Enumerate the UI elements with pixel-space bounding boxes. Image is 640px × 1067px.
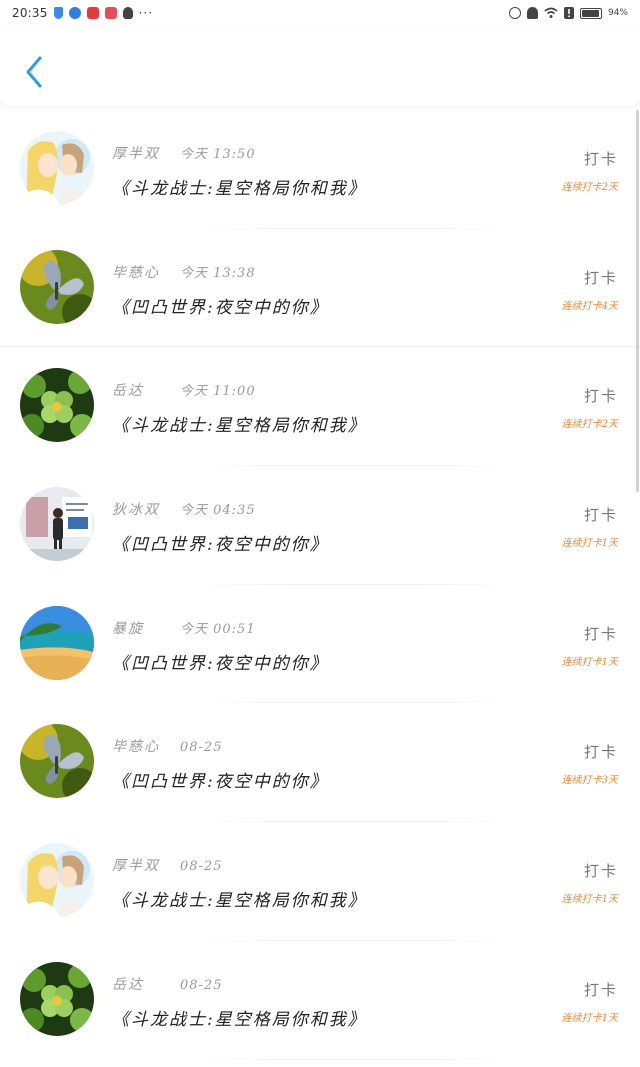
- row-meta: 毕慈心 08-25: [112, 736, 222, 756]
- username[interactable]: 厚半双: [112, 143, 164, 163]
- list-item[interactable]: 狄冰双 今天 04:35 《凹凸世界:夜空中的你》 打卡 连续打卡1天: [0, 466, 640, 585]
- checkin-button[interactable]: 打卡: [584, 623, 618, 644]
- app-notification-icon: [86, 7, 99, 19]
- battery-percent: 94%: [607, 8, 628, 18]
- work-title[interactable]: 《凹凸世界:夜空中的你》: [112, 530, 329, 555]
- work-title[interactable]: 《凹凸世界:夜空中的你》: [112, 767, 329, 792]
- back-button[interactable]: [18, 52, 54, 92]
- mail-notification-icon: [104, 7, 117, 19]
- row-meta: 毕慈心 今天 13:38: [112, 262, 256, 282]
- more-notifications-icon: ···: [138, 6, 154, 20]
- row-divider: [200, 1058, 510, 1060]
- timestamp: 今天 04:35: [180, 503, 256, 519]
- list-item[interactable]: 厚半双 08-25 《斗龙战士:星空格局你和我》 打卡 连续打卡1天: [0, 822, 640, 941]
- avatar-clover[interactable]: [20, 368, 94, 443]
- work-title[interactable]: 《斗龙战士:星空格局你和我》: [112, 886, 367, 911]
- work-title[interactable]: 《凹凸世界:夜空中的你》: [112, 649, 329, 674]
- username[interactable]: 毕慈心: [112, 736, 164, 756]
- username[interactable]: 暴旋: [112, 618, 164, 638]
- avatar-beach[interactable]: [20, 605, 94, 680]
- row-meta: 厚半双 08-25: [112, 855, 222, 875]
- work-title[interactable]: 《凹凸世界:夜空中的你》: [112, 293, 329, 318]
- checkin-button[interactable]: 打卡: [584, 267, 618, 288]
- list-item[interactable]: 厚半双 今天 13:50 《斗龙战士:星空格局你和我》 打卡 连续打卡2天: [0, 110, 640, 229]
- streak-badge: 连续打卡2天: [561, 419, 618, 431]
- header: [0, 26, 640, 106]
- row-meta: 岳达 08-25: [112, 974, 222, 994]
- list-item[interactable]: 暴旋 今天 00:51 《凹凸世界:夜空中的你》 打卡 连续打卡1天: [0, 584, 640, 704]
- status-bar: 20:35 ··· 94%: [0, 0, 640, 26]
- row-meta: 狄冰双 今天 04:35: [112, 499, 256, 519]
- status-left: 20:35 ···: [12, 6, 153, 20]
- avatar-person-photo[interactable]: [20, 487, 94, 562]
- streak-badge: 连续打卡1天: [561, 656, 618, 668]
- chevron-left-icon: [26, 56, 42, 88]
- list-item[interactable]: 岳达 08-25 《斗龙战士:星空格局你和我》 打卡 连续打卡1天: [0, 940, 640, 1060]
- checkin-list: 厚半双 今天 13:50 《斗龙战士:星空格局你和我》 打卡 连续打卡2天 毕慈…: [0, 110, 640, 1060]
- timestamp: 今天 13:50: [180, 147, 256, 162]
- username[interactable]: 岳达: [112, 974, 164, 994]
- checkin-button[interactable]: 打卡: [584, 860, 618, 881]
- wifi-icon: [544, 7, 558, 19]
- checkin-button[interactable]: 打卡: [584, 504, 618, 525]
- qq-icon: [122, 7, 133, 19]
- row-meta: 岳达 今天 11:00: [112, 380, 256, 400]
- streak-badge: 连续打卡1天: [561, 894, 618, 906]
- work-title[interactable]: 《斗龙战士:星空格局你和我》: [112, 411, 367, 436]
- timestamp: 08-25: [180, 740, 223, 756]
- avatar-butterfly[interactable]: [20, 249, 94, 324]
- avatar-butterfly[interactable]: [20, 724, 94, 799]
- avatar-anime-couple[interactable]: [20, 131, 94, 205]
- work-title[interactable]: 《斗龙战士:星空格局你和我》: [112, 1005, 367, 1030]
- scrollbar[interactable]: [636, 110, 639, 492]
- battery-icon: [579, 7, 602, 19]
- row-meta: 暴旋 今天 00:51: [112, 618, 256, 638]
- list-item[interactable]: 毕慈心 今天 13:38 《凹凸世界:夜空中的你》 打卡 连续打卡4天: [0, 228, 640, 348]
- streak-badge: 连续打卡4天: [561, 300, 618, 312]
- checkin-button[interactable]: 打卡: [584, 979, 618, 1000]
- work-title[interactable]: 《斗龙战士:星空格局你和我》: [112, 174, 367, 199]
- speedometer-icon: [508, 7, 521, 19]
- timestamp: 今天 00:51: [180, 621, 256, 637]
- browser-icon: [68, 7, 81, 19]
- checkin-button[interactable]: 打卡: [584, 385, 618, 406]
- alert-icon: [563, 7, 574, 19]
- timestamp: 今天 11:00: [180, 384, 256, 400]
- mute-bell-icon: [526, 7, 538, 19]
- username[interactable]: 毕慈心: [112, 262, 164, 282]
- page: 20:35 ··· 94% 厚半双 今天 13:50 《斗龙战士:星空格局你和我…: [0, 0, 640, 1067]
- list-item[interactable]: 岳达 今天 11:00 《斗龙战士:星空格局你和我》 打卡 连续打卡2天: [0, 347, 640, 467]
- avatar-clover[interactable]: [20, 961, 94, 1036]
- timestamp: 08-25: [180, 977, 223, 993]
- shield-icon: [53, 7, 63, 19]
- streak-badge: 连续打卡1天: [561, 1012, 618, 1024]
- streak-badge: 连续打卡2天: [561, 182, 618, 193]
- streak-badge: 连续打卡3天: [561, 775, 618, 787]
- username[interactable]: 狄冰双: [112, 499, 164, 519]
- status-time: 20:35: [12, 6, 48, 20]
- timestamp: 08-25: [180, 859, 223, 875]
- username[interactable]: 岳达: [112, 380, 164, 400]
- username[interactable]: 厚半双: [112, 855, 164, 875]
- battery-fill: [581, 9, 599, 17]
- checkin-button[interactable]: 打卡: [584, 148, 618, 169]
- streak-badge: 连续打卡1天: [561, 538, 618, 550]
- avatar-anime-couple[interactable]: [20, 843, 94, 918]
- checkin-button[interactable]: 打卡: [584, 741, 618, 762]
- row-meta: 厚半双 今天 13:50: [112, 143, 256, 163]
- status-right: 94%: [508, 7, 628, 19]
- timestamp: 今天 13:38: [180, 265, 256, 281]
- list-item[interactable]: 毕慈心 08-25 《凹凸世界:夜空中的你》 打卡 连续打卡3天: [0, 703, 640, 823]
